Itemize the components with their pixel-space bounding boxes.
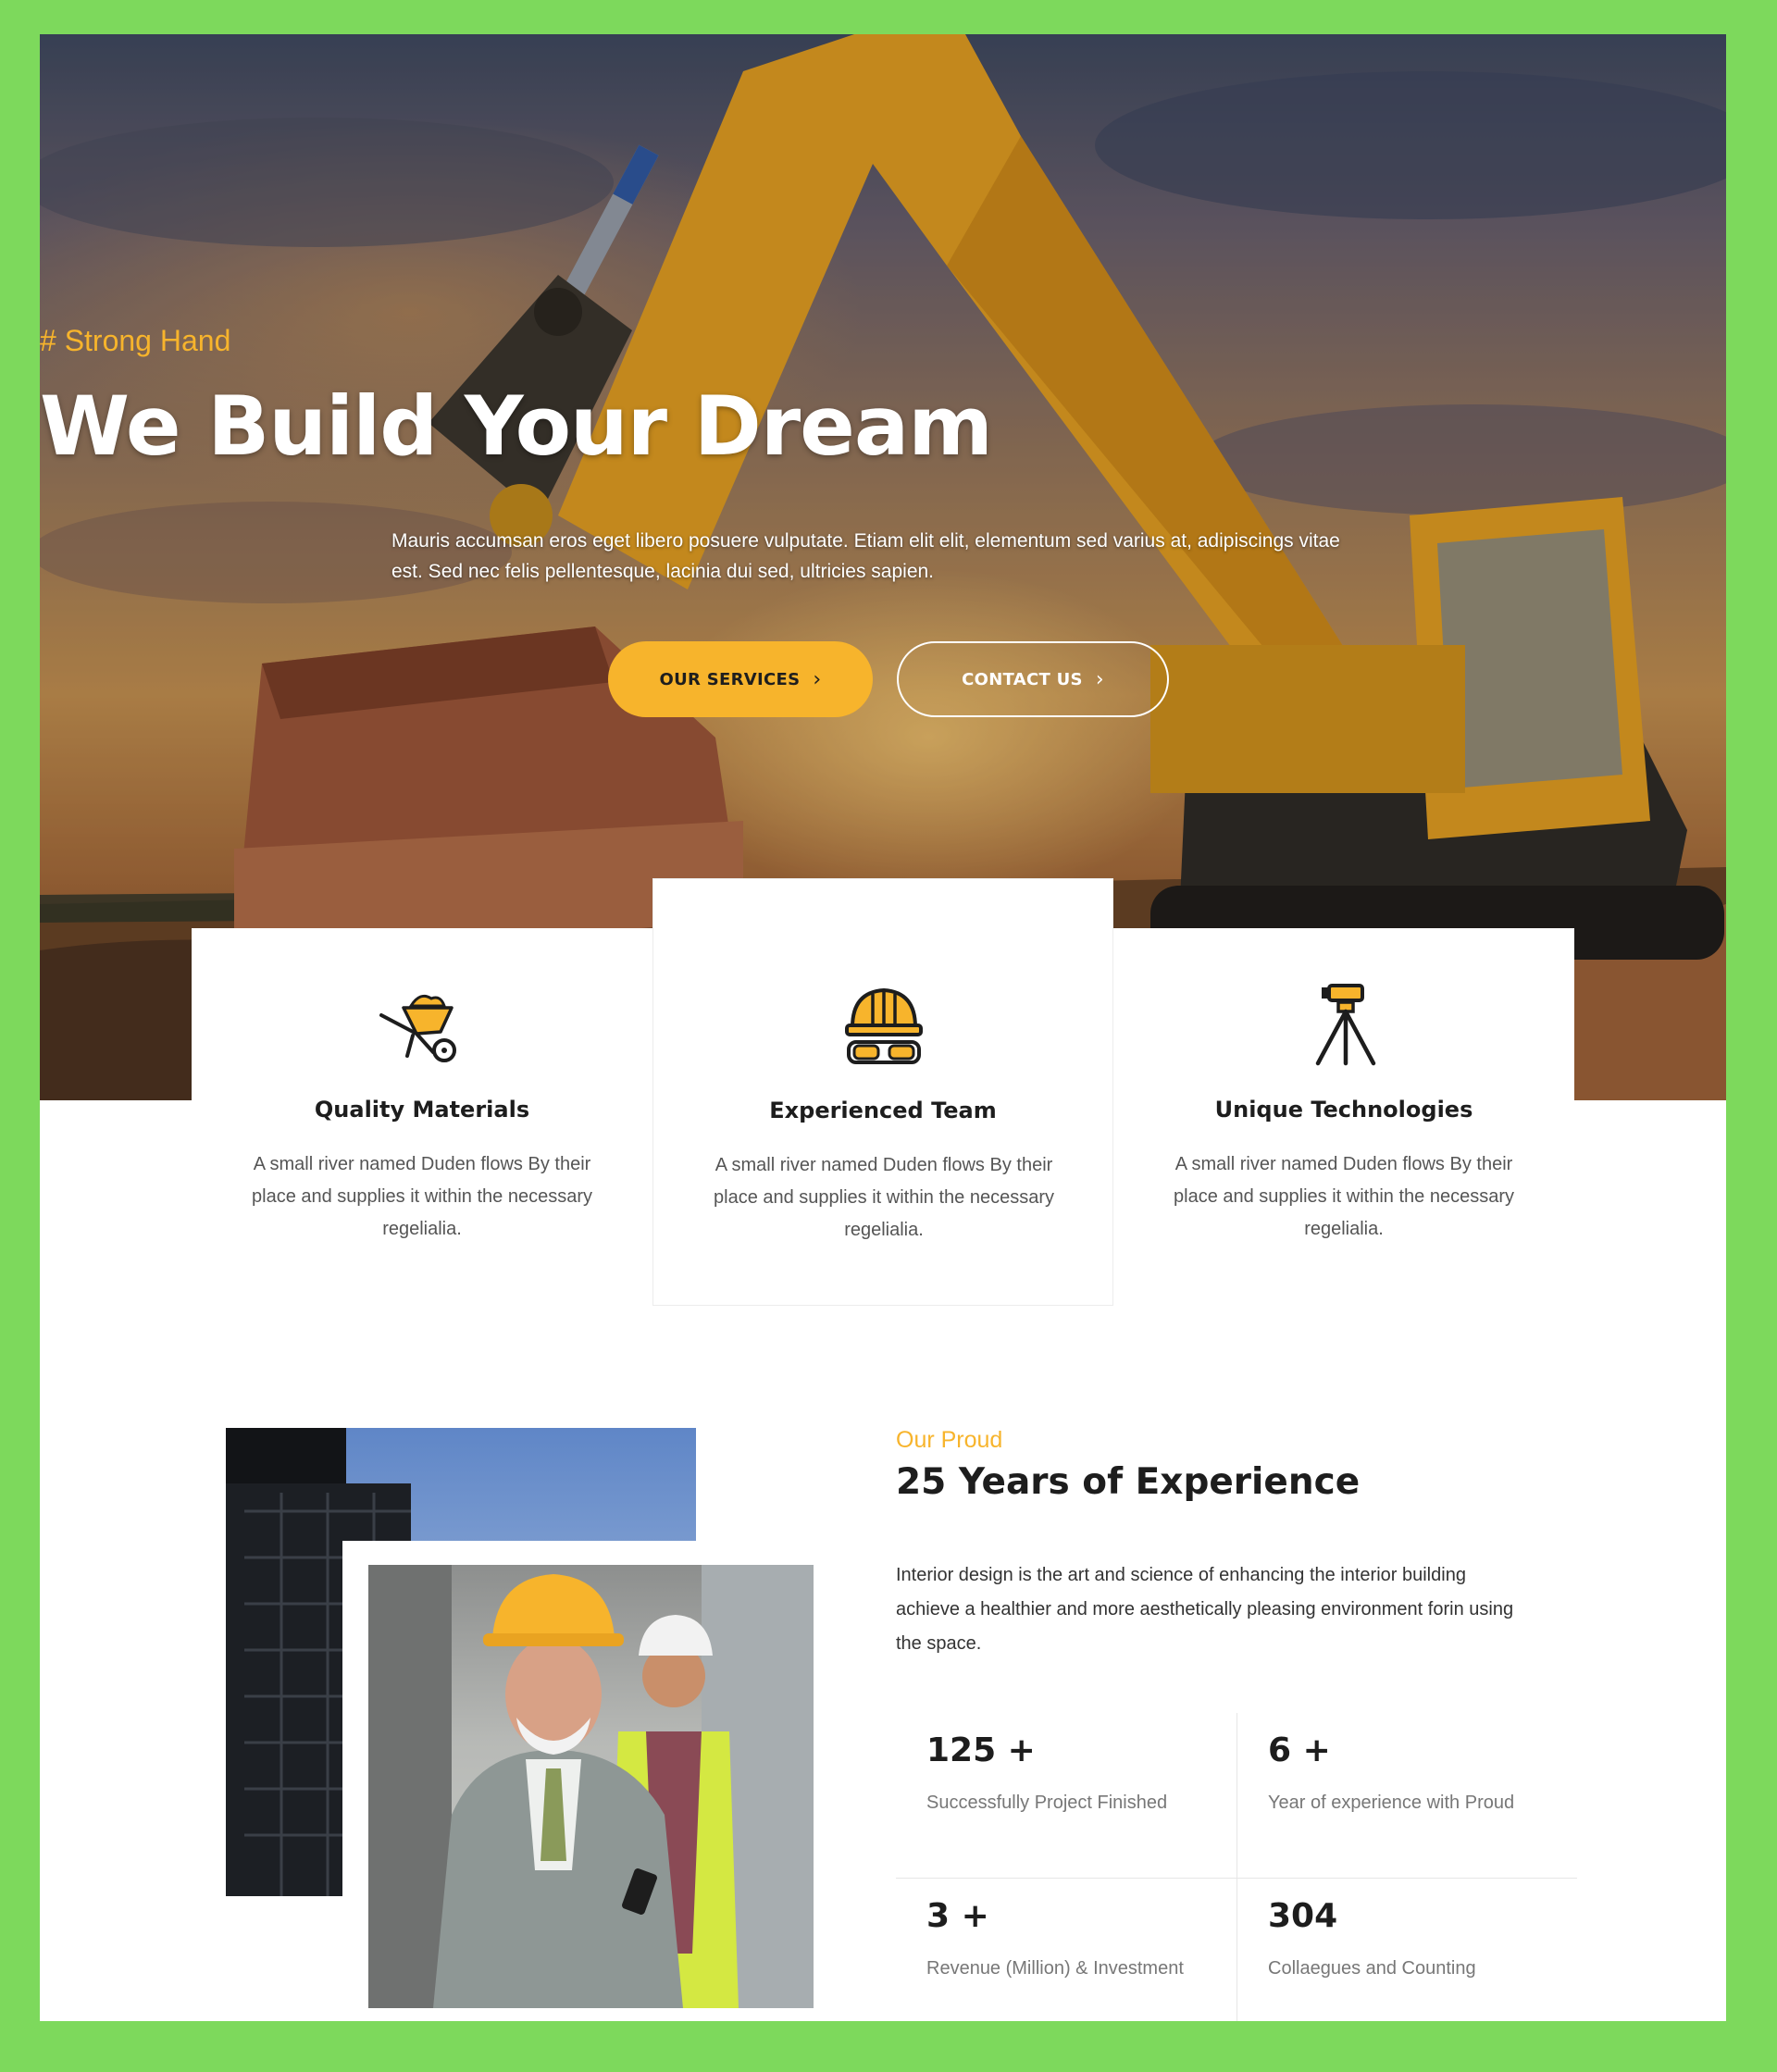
- feature-card-quality-materials: Quality Materials A small river named Du…: [192, 928, 652, 1239]
- stats-grid: 125 + Successfully Project Finished 6 + …: [896, 1713, 1577, 2021]
- stat-colleagues: 304 Collaegues and Counting: [1236, 1878, 1577, 2021]
- our-services-button[interactable]: OUR SERVICES ›: [608, 641, 873, 717]
- hero-description: Mauris accumsan eros eget libero posuere…: [391, 530, 1340, 582]
- page-canvas: # Strong Hand We Build Your Dream Mauris…: [40, 34, 1726, 2021]
- stat-experience: 6 + Year of experience with Proud: [1236, 1713, 1577, 1878]
- hero-title: We Build Your Dream: [40, 378, 993, 474]
- chevron-right-icon: ›: [1095, 667, 1104, 691]
- stat-label: Collaegues and Counting: [1268, 1958, 1476, 1979]
- feature-text: A small river named Duden flows By their…: [1174, 1154, 1514, 1239]
- stat-revenue: 3 + Revenue (Million) & Investment: [896, 1878, 1236, 2021]
- hardhat-goggles-icon: [845, 988, 923, 1064]
- feature-title: Experienced Team: [769, 1098, 997, 1123]
- feature-title: Unique Technologies: [1214, 1097, 1473, 1123]
- contact-us-button[interactable]: CONTACT US ›: [897, 641, 1169, 717]
- feature-title: Quality Materials: [314, 1097, 530, 1123]
- wheelbarrow-icon: [379, 994, 456, 1062]
- stat-label: Revenue (Million) & Investment: [926, 1958, 1184, 1979]
- about-description: Interior design is the art and science o…: [896, 1565, 1514, 1654]
- features-row: Quality Materials A small river named Du…: [192, 878, 1575, 1306]
- our-services-label: OUR SERVICES: [659, 669, 801, 689]
- contact-us-label: CONTACT US: [962, 669, 1083, 689]
- stat-label: Successfully Project Finished: [926, 1793, 1168, 1813]
- feature-card-unique-technologies: Unique Technologies A small river named …: [1113, 928, 1574, 1239]
- stat-value: 3 +: [926, 1897, 989, 1935]
- stat-value: 6 +: [1268, 1731, 1331, 1769]
- chevron-right-icon: ›: [813, 667, 822, 691]
- engineers-photo: [368, 1565, 814, 2008]
- stat-value: 304: [1268, 1897, 1338, 1935]
- about-title: 25 Years of Experience: [896, 1461, 1361, 1503]
- stat-value: 125 +: [926, 1731, 1036, 1769]
- surveyor-tripod-icon: [1315, 984, 1376, 1066]
- stat-projects: 125 + Successfully Project Finished: [896, 1713, 1236, 1878]
- stat-label: Year of experience with Proud: [1268, 1793, 1515, 1813]
- about-eyebrow: Our Proud: [896, 1427, 1003, 1453]
- feature-text: A small river named Duden flows By their…: [714, 1155, 1054, 1240]
- feature-card-experienced-team: Experienced Team A small river named Dud…: [652, 878, 1113, 1306]
- hero-tagline: # Strong Hand: [40, 324, 231, 357]
- feature-text: A small river named Duden flows By their…: [252, 1154, 592, 1239]
